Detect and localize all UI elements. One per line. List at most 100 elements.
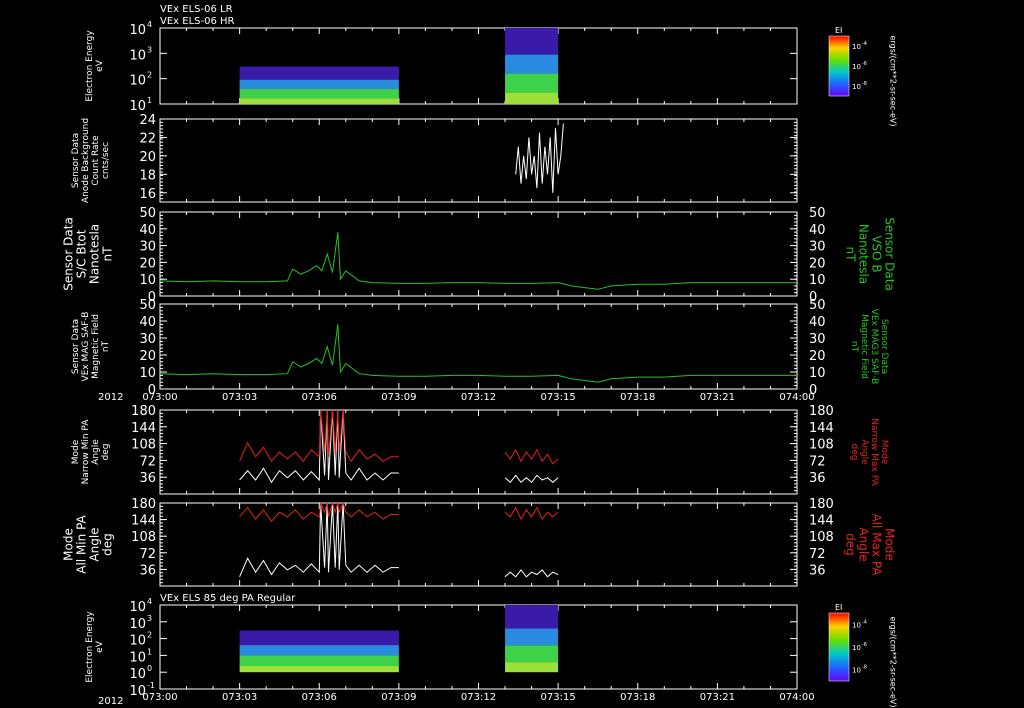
spectrogram-band-mid bbox=[239, 79, 399, 90]
y-tick-exponent: 0 bbox=[147, 664, 152, 673]
panel-5-ylabel-line: Angle bbox=[91, 439, 101, 465]
footer-year-bottom: 2012 bbox=[98, 696, 123, 707]
panel-4-ylabel-right-line: VEx MAG3 SAF-B bbox=[869, 309, 879, 385]
y-tick-exponent: -1 bbox=[147, 681, 155, 690]
colorbar-tick-exponent: -8 bbox=[862, 665, 867, 671]
header-line1: VEx ELS-06 LR bbox=[160, 4, 233, 15]
y-tick-label-right: 10 bbox=[809, 273, 826, 288]
colorbar-tick-exponent: -4 bbox=[862, 619, 867, 625]
panel-2-ylabel-line: Anode Background bbox=[81, 118, 91, 203]
y-tick-label-right: 20 bbox=[809, 256, 826, 271]
panel-5-ylabel-right-line: Narrow Max PA bbox=[869, 418, 879, 486]
colorbar-tick-exponent: -6 bbox=[862, 642, 867, 648]
panel-3-ylabel-right-line: VSO B bbox=[870, 235, 884, 272]
y-tick-label: 10 bbox=[129, 23, 146, 38]
colorbar-tick-exponent: -6 bbox=[862, 61, 867, 67]
y-tick-label-right: 40 bbox=[809, 315, 826, 330]
y-tick-label-right: 20 bbox=[809, 349, 826, 364]
panel-1-ylabel-line: Electron Energy bbox=[85, 30, 95, 102]
y-tick-label: 30 bbox=[139, 332, 156, 347]
colorbar-title: EI bbox=[835, 26, 842, 35]
y-tick-label-right: 108 bbox=[809, 438, 834, 453]
panel-4-ylabel-right-line: Magnetic Field bbox=[859, 314, 869, 379]
header-line2: VEx ELS-06 HR bbox=[160, 16, 235, 27]
y-tick-label-right: 40 bbox=[809, 223, 826, 238]
time-tick-label: 073:00 bbox=[142, 392, 177, 403]
panel-5-ylabel-line: Narrow Min PA bbox=[81, 419, 91, 485]
colorbar-7 bbox=[828, 612, 850, 682]
y-tick-label-right: 10 bbox=[809, 366, 826, 381]
panel-5-ylabel-line: deg bbox=[101, 444, 111, 461]
panel-4-ylabel-line: nT bbox=[101, 340, 111, 352]
panel-6-ylabel-line: Angle bbox=[88, 527, 102, 561]
panel-4-ylabel-right-line: Sensor Data bbox=[879, 319, 889, 374]
y-tick-exponent: 4 bbox=[147, 20, 152, 29]
time-tick-label: 073:06 bbox=[302, 692, 337, 703]
footer-year-top: 2012 bbox=[98, 392, 123, 403]
panel-2-ylabel-line: cnts/sec bbox=[101, 142, 111, 179]
y-tick-label: 24 bbox=[139, 113, 156, 128]
panel-7-title: VEx ELS 85 deg PA Regular bbox=[160, 593, 296, 604]
time-tick-label: 073:18 bbox=[620, 392, 655, 403]
y-tick-exponent: 1 bbox=[147, 96, 152, 105]
panel-1-ylabel-line: eV bbox=[95, 59, 105, 72]
y-tick-label-right: 108 bbox=[809, 530, 834, 545]
colorbar-tick-label: 10 bbox=[852, 667, 861, 675]
colorbar-tick-label: 10 bbox=[852, 63, 861, 71]
panel-6-ylabel-right-line: Mode bbox=[883, 528, 897, 561]
y-tick-label-right: 50 bbox=[809, 298, 826, 313]
spectrogram-band-core bbox=[239, 655, 399, 666]
panel-6-ylabel-line: Mode bbox=[62, 528, 76, 561]
y-tick-label-right: 72 bbox=[809, 454, 826, 469]
y-tick-label: 72 bbox=[139, 454, 156, 469]
y-tick-exponent: 2 bbox=[147, 631, 152, 640]
y-tick-label: 50 bbox=[139, 206, 156, 221]
y-tick-label: 10 bbox=[129, 600, 146, 615]
spectrogram-band-low bbox=[505, 92, 559, 104]
y-tick-exponent: 1 bbox=[147, 647, 152, 656]
y-tick-label: 16 bbox=[139, 187, 156, 202]
time-tick-label: 073:03 bbox=[222, 692, 257, 703]
colorbar-1 bbox=[828, 35, 850, 97]
y-tick-label: 36 bbox=[139, 563, 156, 578]
time-tick-label: 074:00 bbox=[779, 392, 814, 403]
spectrogram-band-mid bbox=[239, 645, 399, 656]
y-tick-label: 10 bbox=[129, 650, 146, 665]
y-tick-label-right: 180 bbox=[809, 404, 834, 419]
panel-6-ylabel-right-line: deg bbox=[844, 533, 858, 556]
y-tick-label: 10 bbox=[139, 366, 156, 381]
y-tick-label-right: 30 bbox=[809, 240, 826, 255]
time-tick-label: 073:00 bbox=[142, 692, 177, 703]
panel-4-ylabel-line: Magnetic Field bbox=[91, 314, 101, 379]
colorbar-unit-1: ergs/(cm**2-sr-sec-eV) bbox=[888, 35, 897, 126]
colorbar-tick-label: 10 bbox=[852, 83, 861, 91]
y-tick-label: 108 bbox=[131, 530, 156, 545]
panel-3-ylabel-line: Sensor Data bbox=[62, 217, 76, 291]
colorbar-title: EI bbox=[835, 603, 842, 612]
spectrogram-band-high bbox=[239, 66, 399, 80]
y-tick-label: 10 bbox=[129, 48, 146, 63]
colorbar-unit-1-line: ergs/(cm**2-sr-sec-eV) bbox=[888, 35, 897, 126]
y-tick-label: 20 bbox=[139, 256, 156, 271]
spectrogram-band-mid bbox=[505, 54, 559, 74]
spectrogram-band-high bbox=[239, 630, 399, 646]
y-tick-label: 40 bbox=[139, 223, 156, 238]
time-tick-label: 073:03 bbox=[222, 392, 257, 403]
y-tick-label: 40 bbox=[139, 315, 156, 330]
y-tick-label: 10 bbox=[129, 634, 146, 649]
panel-4-ylabel-line: VEx MAG SAF-B bbox=[81, 312, 91, 382]
colorbar-tick-label: 10 bbox=[852, 644, 861, 652]
time-tick-label: 073:06 bbox=[302, 392, 337, 403]
colorbar-unit-7: ergs/(cm**2-sr-sec-eV) bbox=[888, 616, 897, 707]
colorbar-tick-exponent: -8 bbox=[862, 81, 867, 87]
time-tick-label: 074:00 bbox=[779, 692, 814, 703]
y-tick-label: 180 bbox=[131, 404, 156, 419]
panel-5-ylabel-right-line: deg bbox=[849, 444, 859, 461]
y-tick-exponent: 4 bbox=[147, 597, 152, 606]
time-tick-label: 073:15 bbox=[541, 692, 576, 703]
y-tick-exponent: 3 bbox=[147, 614, 152, 623]
panel-4-ylabel-right-line: nT bbox=[849, 341, 859, 353]
y-tick-label: 20 bbox=[139, 150, 156, 165]
panel-4-ylabel-line: Sensor Data bbox=[71, 319, 81, 374]
spectrogram-band-low bbox=[505, 662, 559, 673]
